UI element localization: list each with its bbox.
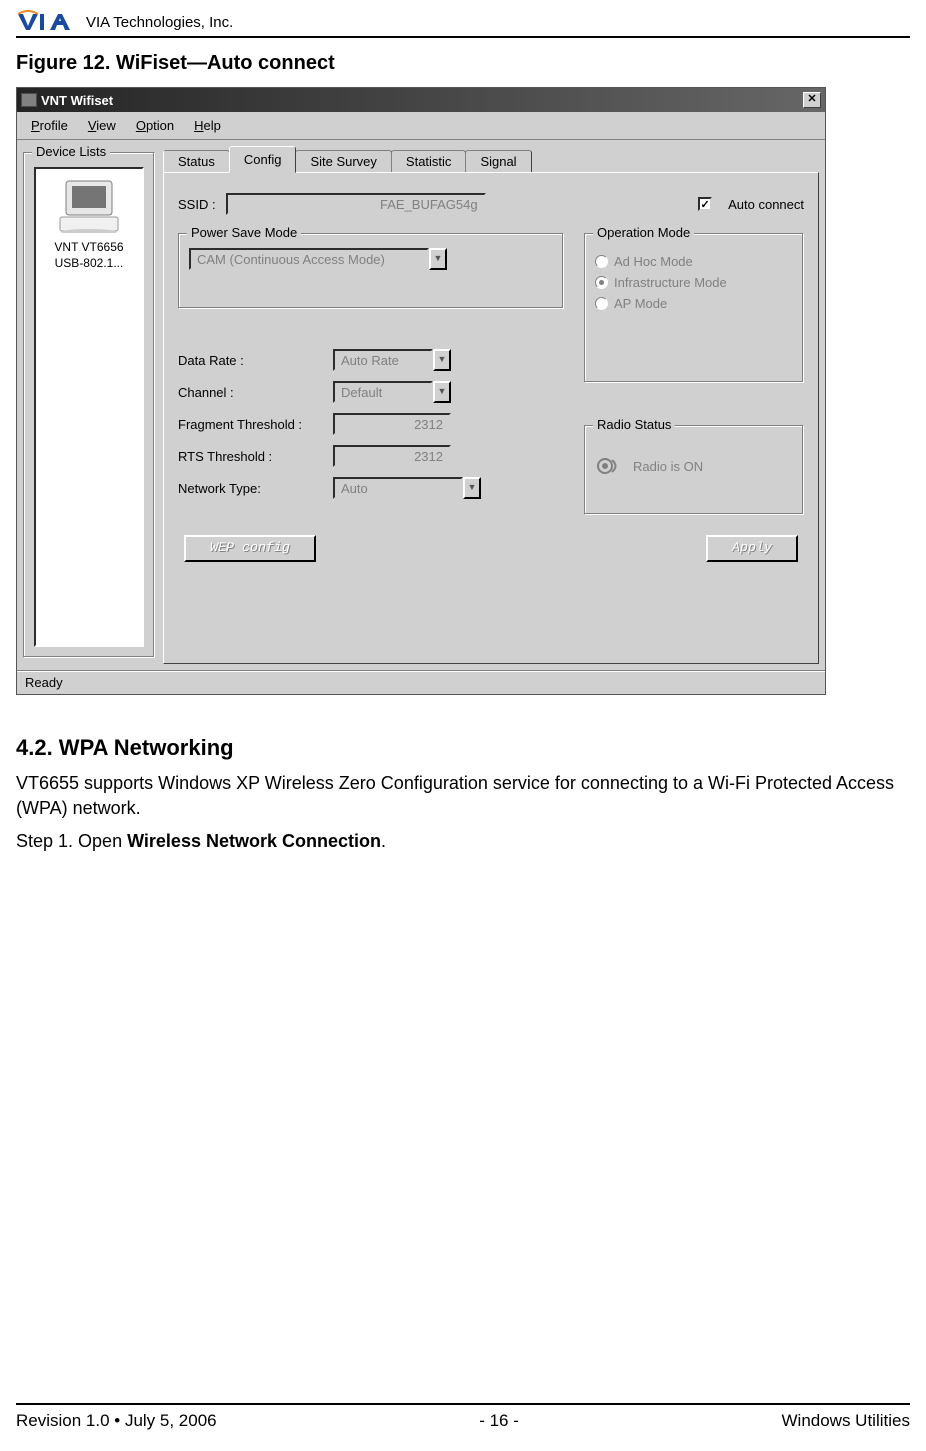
operation-mode-legend: Operation Mode (593, 225, 694, 240)
radio-ad-hoc[interactable]: Ad Hoc Mode (595, 254, 793, 269)
window-title: VNT Wifiset (41, 93, 113, 108)
power-save-legend: Power Save Mode (187, 225, 301, 240)
footer-left: Revision 1.0 • July 5, 2006 (16, 1411, 217, 1431)
channel-label: Channel : (178, 385, 333, 400)
rts-input[interactable] (333, 445, 451, 467)
infrastructure-label: Infrastructure Mode (614, 275, 727, 290)
ssid-label: SSID : (178, 197, 216, 212)
dropdown-arrow-icon[interactable]: ▼ (463, 477, 481, 499)
tab-status[interactable]: Status (163, 150, 230, 172)
device-lists-group: Device Lists VNT VT6656 USB-802.1... (23, 152, 155, 658)
section-heading: 4.2. WPA Networking (16, 735, 910, 761)
tab-strip: Status Config Site Survey Statistic Sign… (163, 146, 819, 172)
ad-hoc-label: Ad Hoc Mode (614, 254, 693, 269)
wep-config-button[interactable]: WEP config (184, 535, 316, 562)
radio-status-group: Radio Status Radio is ON (584, 425, 804, 515)
radio-ap[interactable]: AP Mode (595, 296, 793, 311)
data-rate-combo[interactable]: Auto Rate ▼ (333, 349, 564, 371)
tab-config[interactable]: Config (229, 146, 297, 173)
step1-bold: Wireless Network Connection (127, 831, 381, 851)
radio-infrastructure[interactable]: Infrastructure Mode (595, 275, 793, 290)
fragment-label: Fragment Threshold : (178, 417, 333, 432)
device-item-line2: USB-802.1... (40, 256, 138, 272)
ap-label: AP Mode (614, 296, 667, 311)
step1-prefix: Step 1. Open (16, 831, 127, 851)
radio-status-legend: Radio Status (593, 417, 675, 432)
data-rate-label: Data Rate : (178, 353, 333, 368)
status-bar: Ready (17, 670, 825, 694)
company-name: VIA Technologies, Inc. (86, 14, 233, 31)
menu-help[interactable]: Help (186, 116, 229, 135)
auto-connect-checkbox[interactable]: ✓ (698, 197, 712, 211)
document-footer: Revision 1.0 • July 5, 2006 - 16 - Windo… (16, 1403, 910, 1431)
dropdown-arrow-icon[interactable]: ▼ (433, 381, 451, 403)
ssid-input[interactable] (226, 193, 486, 215)
power-save-group: Power Save Mode CAM (Continuous Access M… (178, 233, 564, 309)
close-button[interactable]: ✕ (803, 92, 821, 108)
menu-view[interactable]: View (80, 116, 124, 135)
wifiset-window: VNT Wifiset ✕ Profile View Option Help D… (16, 87, 826, 695)
dropdown-arrow-icon[interactable]: ▼ (433, 349, 451, 371)
config-panel: SSID : ✓ Auto connect Power Save Mode CA… (163, 172, 819, 664)
computer-icon (54, 177, 124, 233)
section-para-1: VT6655 supports Windows XP Wireless Zero… (16, 771, 910, 821)
power-save-combo[interactable]: CAM (Continuous Access Mode) ▼ (189, 248, 447, 270)
footer-center: - 16 - (479, 1411, 519, 1431)
device-item-line1: VNT VT6656 (40, 240, 138, 256)
network-type-combo[interactable]: Auto ▼ (333, 477, 564, 499)
footer-right: Windows Utilities (782, 1411, 910, 1431)
operation-mode-group: Operation Mode Ad Hoc Mode Infrastructur… (584, 233, 804, 383)
menubar: Profile View Option Help (17, 112, 825, 140)
rts-label: RTS Threshold : (178, 449, 333, 464)
channel-value: Default (333, 381, 433, 403)
step-1: Step 1. Open Wireless Network Connection… (16, 829, 910, 854)
network-type-label: Network Type: (178, 481, 333, 496)
data-rate-value: Auto Rate (333, 349, 433, 371)
radio-status-text: Radio is ON (633, 459, 703, 474)
tab-statistic[interactable]: Statistic (391, 150, 467, 172)
step1-suffix: . (381, 831, 386, 851)
dropdown-arrow-icon[interactable]: ▼ (429, 248, 447, 270)
fragment-input[interactable] (333, 413, 451, 435)
app-icon (21, 93, 37, 107)
tab-signal[interactable]: Signal (465, 150, 531, 172)
auto-connect-label: Auto connect (728, 197, 804, 212)
titlebar: VNT Wifiset ✕ (17, 88, 825, 112)
figure-caption: Figure 12. WiFiset—Auto connect (16, 52, 910, 75)
via-logo (16, 10, 80, 34)
network-type-value: Auto (333, 477, 463, 499)
power-save-value: CAM (Continuous Access Mode) (189, 248, 429, 270)
tab-site-survey[interactable]: Site Survey (295, 150, 391, 172)
menu-option[interactable]: Option (128, 116, 182, 135)
apply-button[interactable]: Apply (706, 535, 798, 562)
device-lists-legend: Device Lists (32, 144, 110, 159)
device-list[interactable]: VNT VT6656 USB-802.1... (34, 167, 144, 647)
menu-profile[interactable]: Profile (23, 116, 76, 135)
radio-on-icon (595, 454, 623, 478)
channel-combo[interactable]: Default ▼ (333, 381, 564, 403)
document-header: VIA Technologies, Inc. (16, 10, 910, 38)
